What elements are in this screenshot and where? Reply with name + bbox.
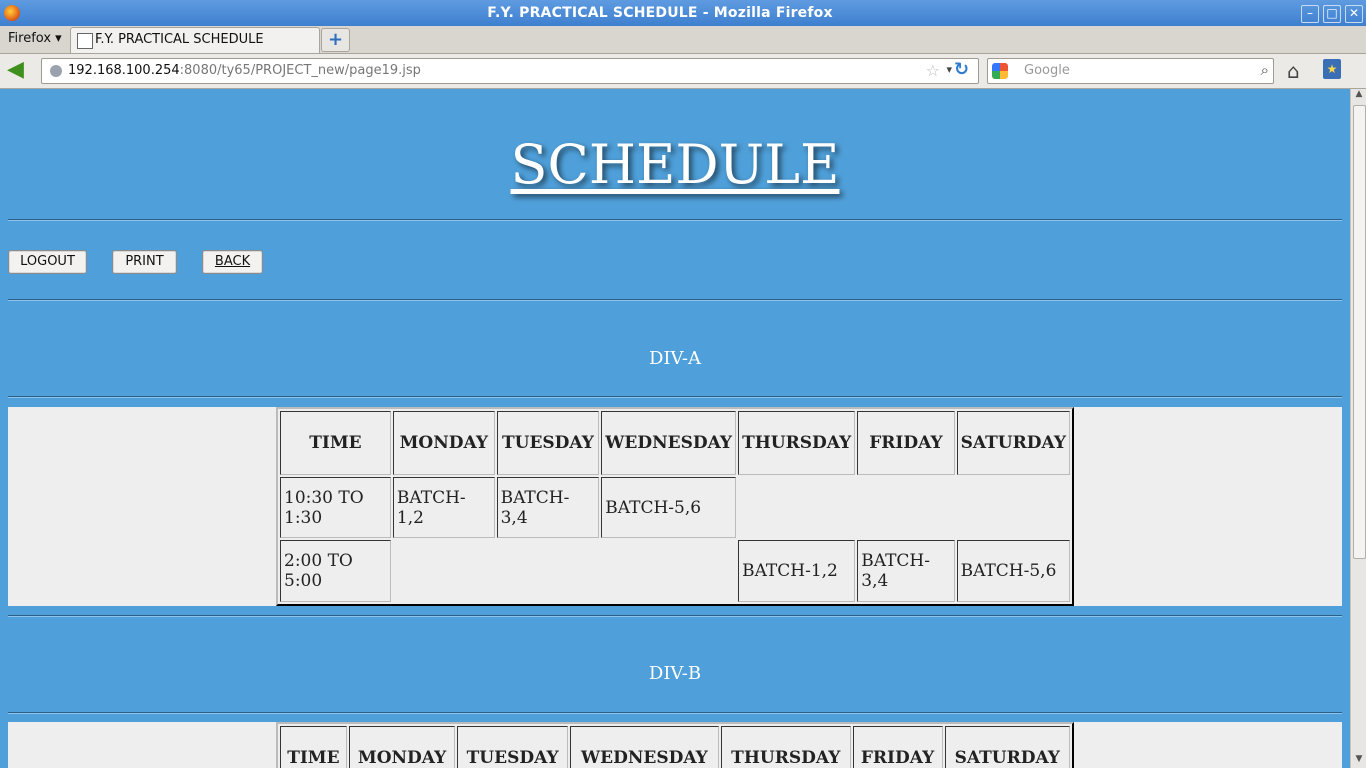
google-engine-icon[interactable] xyxy=(992,63,1008,79)
schedule-area-div-b: TIME MONDAY TUESDAY WEDNESDAY THURSDAY F… xyxy=(8,722,1342,768)
scroll-up-icon[interactable]: ▲ xyxy=(1353,89,1365,103)
section-label-div-a: DIV-A xyxy=(649,348,701,369)
column-header: SATURDAY xyxy=(944,726,1070,768)
search-placeholder: Google xyxy=(1024,63,1070,78)
new-tab-button[interactable]: + xyxy=(321,28,350,52)
table-cell: BATCH-5,6 xyxy=(956,540,1070,602)
site-identity-icon xyxy=(50,65,62,77)
schedule-table-div-b: TIME MONDAY TUESDAY WEDNESDAY THURSDAY F… xyxy=(276,722,1074,768)
schedule-table-div-a: TIME MONDAY TUESDAY WEDNESDAY THURSDAY F… xyxy=(276,407,1074,606)
column-header: TUESDAY xyxy=(496,411,600,475)
column-header: MONDAY xyxy=(348,726,456,768)
window-title: F.Y. PRACTICAL SCHEDULE - Mozilla Firefo… xyxy=(487,5,833,21)
table-cell xyxy=(738,477,855,539)
search-bar[interactable]: Google ⌕ xyxy=(987,58,1274,84)
print-button[interactable]: PRINT xyxy=(112,250,177,274)
search-icon[interactable]: ⌕ xyxy=(1261,61,1269,79)
table-row: 10:30 TO 1:30 BATCH-1,2 BATCH-3,4 BATCH-… xyxy=(280,476,1070,539)
firefox-menu-button[interactable]: Firefox ▾ xyxy=(8,31,62,46)
tab-schedule[interactable]: F.Y. PRACTICAL SCHEDULE xyxy=(70,27,320,53)
table-cell: BATCH-1,2 xyxy=(738,540,856,602)
divider xyxy=(8,712,1342,714)
table-cell: BATCH-3,4 xyxy=(496,476,600,539)
column-header: TIME xyxy=(280,411,391,475)
back-button[interactable]: BACK xyxy=(202,250,263,274)
time-cell: 10:30 TO 1:30 xyxy=(280,476,391,539)
home-icon[interactable]: ⌂ xyxy=(1287,59,1300,83)
url-bar[interactable]: 192.168.100.254:8080/ty65/PROJECT_new/pa… xyxy=(41,58,979,84)
firefox-menu-label: Firefox xyxy=(8,31,52,46)
bookmarks-menu-icon[interactable]: ★ xyxy=(1323,59,1341,79)
table-header-row: TIME MONDAY TUESDAY WEDNESDAY THURSDAY F… xyxy=(280,411,1070,475)
divider xyxy=(8,219,1342,221)
table-row: 2:00 TO 5:00 BATCH-1,2 BATCH-3,4 BATCH-5… xyxy=(280,540,1070,602)
url-text: 192.168.100.254:8080/ty65/PROJECT_new/pa… xyxy=(68,63,421,78)
column-header: FRIDAY xyxy=(852,726,943,768)
table-cell xyxy=(601,540,736,602)
reload-icon[interactable]: ↻ xyxy=(954,59,974,80)
column-header: FRIDAY xyxy=(857,411,955,475)
column-header: TIME xyxy=(280,726,347,768)
scroll-down-icon[interactable]: ▼ xyxy=(1353,754,1365,768)
column-header: WEDNESDAY xyxy=(601,411,737,475)
scrollbar-thumb[interactable] xyxy=(1353,105,1366,559)
bookmark-star-icon[interactable]: ☆ xyxy=(926,61,940,80)
page-title: SCHEDULE xyxy=(510,133,840,196)
schedule-area-div-a: TIME MONDAY TUESDAY WEDNESDAY THURSDAY F… xyxy=(8,407,1342,606)
page-favicon-icon xyxy=(77,33,93,49)
window-titlebar: F.Y. PRACTICAL SCHEDULE - Mozilla Firefo… xyxy=(0,0,1366,26)
table-cell xyxy=(857,477,954,539)
logout-button[interactable]: LOGOUT xyxy=(8,250,87,274)
tab-label: F.Y. PRACTICAL SCHEDULE xyxy=(95,32,264,47)
maximize-button[interactable]: □ xyxy=(1323,5,1341,23)
navigation-bar: ◀ 192.168.100.254:8080/ty65/PROJECT_new/… xyxy=(0,54,1366,89)
column-header: WEDNESDAY xyxy=(569,726,719,768)
vertical-scrollbar[interactable]: ▲ ▼ xyxy=(1350,89,1366,768)
time-cell: 2:00 TO 5:00 xyxy=(280,540,391,602)
table-cell xyxy=(497,540,600,602)
column-header: MONDAY xyxy=(392,411,495,475)
column-header: TUESDAY xyxy=(457,726,568,768)
column-header: SATURDAY xyxy=(956,411,1070,475)
table-cell xyxy=(393,540,495,602)
column-header: THURSDAY xyxy=(720,726,851,768)
tab-bar: Firefox ▾ F.Y. PRACTICAL SCHEDULE + xyxy=(0,26,1366,54)
minimize-button[interactable]: – xyxy=(1301,5,1319,23)
close-window-button[interactable]: ✕ xyxy=(1345,5,1363,23)
divider xyxy=(8,615,1342,617)
divider xyxy=(8,396,1342,398)
table-cell: BATCH-1,2 xyxy=(392,476,495,539)
section-label-div-b: DIV-B xyxy=(648,663,702,684)
column-header: THURSDAY xyxy=(738,411,856,475)
chevron-down-icon: ▾ xyxy=(55,31,62,46)
back-arrow-icon[interactable]: ◀ xyxy=(7,59,31,83)
divider xyxy=(8,299,1342,301)
table-cell: BATCH-5,6 xyxy=(601,476,737,539)
table-cell: BATCH-3,4 xyxy=(857,540,955,602)
page-content: SCHEDULE LOGOUT PRINT BACK DIV-A TIME MO… xyxy=(0,89,1350,768)
table-cell xyxy=(957,477,1070,539)
url-dropdown-icon[interactable]: ▾ xyxy=(946,63,952,76)
table-header-row: TIME MONDAY TUESDAY WEDNESDAY THURSDAY F… xyxy=(280,726,1070,768)
